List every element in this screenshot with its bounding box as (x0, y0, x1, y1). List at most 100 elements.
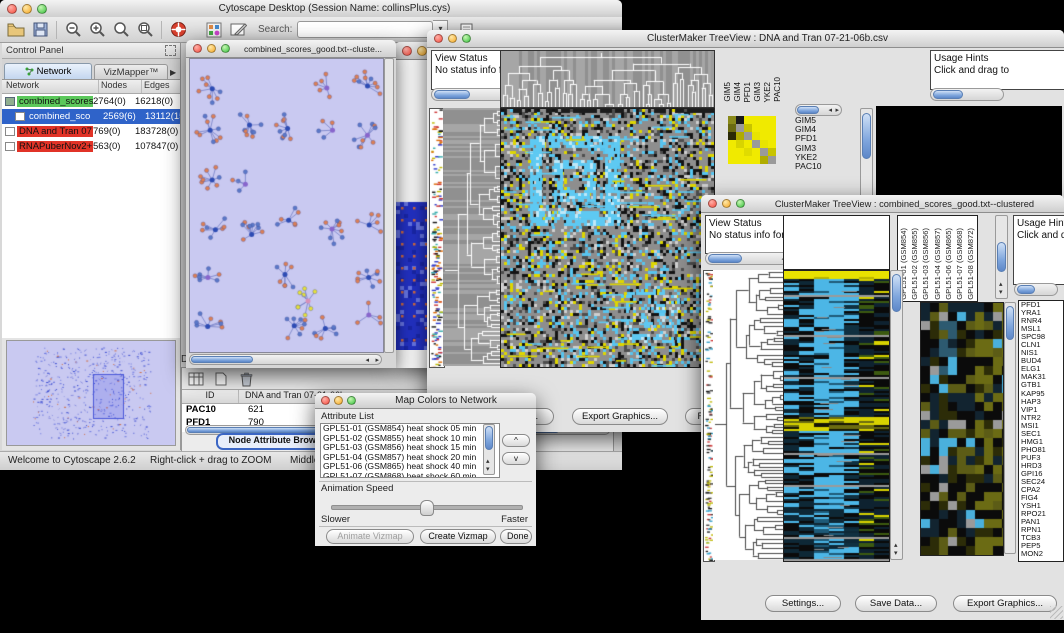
array-column-label[interactable]: GPL51-06 (GSM865) (945, 228, 953, 300)
minimize-icon[interactable] (448, 34, 457, 43)
tv2-usage-scrollbar[interactable] (1014, 283, 1058, 296)
help-lifering-icon[interactable] (166, 19, 190, 41)
search-input[interactable] (297, 21, 433, 38)
tv2-column-labels-scrollbar[interactable]: ▴ ▾ (995, 215, 1008, 299)
zoom-heatmap-cell[interactable] (736, 148, 744, 156)
zoom-column-label[interactable]: GIM5 (723, 82, 732, 102)
gene-label[interactable]: GIM3 (795, 144, 839, 153)
tv1-heatmap-canvas[interactable] (500, 108, 715, 368)
zoom-window-icon[interactable] (462, 34, 471, 43)
zoom-heatmap-cell[interactable] (752, 140, 760, 148)
zoom-heatmap-cell[interactable] (760, 132, 768, 140)
zoom-heatmap-cell[interactable] (744, 132, 752, 140)
tab-vizmapper[interactable]: VizMapper™ (94, 64, 168, 79)
zoom-heatmap-cell[interactable] (736, 156, 744, 164)
treeview1-titlebar[interactable]: ClusterMaker TreeView : DNA and Tran 07-… (427, 30, 1064, 48)
float-panel-icon[interactable] (165, 45, 176, 56)
annotation-icon[interactable] (226, 19, 250, 41)
birdseye-view[interactable] (6, 340, 176, 446)
gene-label[interactable]: HMG1 (1021, 438, 1063, 446)
zoom-heatmap-cell[interactable] (744, 116, 752, 124)
map-dialog-titlebar[interactable]: Map Colors to Network (315, 393, 536, 409)
close-icon[interactable] (402, 46, 412, 56)
minimize-icon[interactable] (334, 396, 343, 405)
scroll-up-icon[interactable]: ▴ (894, 542, 898, 549)
gene-label[interactable]: PAN1 (1021, 518, 1063, 526)
gene-label[interactable]: RPN1 (1021, 526, 1063, 534)
gene-label[interactable]: MAK31 (1021, 373, 1063, 381)
zoom-heatmap-cell[interactable] (736, 116, 744, 124)
attribute-list-item[interactable]: GPL51-07 (GSM868) heat shock 60 min (323, 472, 499, 479)
gene-label[interactable]: YSH1 (1021, 502, 1063, 510)
zoom-heatmap-cell[interactable] (744, 124, 752, 132)
zoom-window-icon[interactable] (736, 199, 745, 208)
close-icon[interactable] (7, 4, 17, 14)
zoom-heatmap-cell[interactable] (728, 124, 736, 132)
zoom-out-button[interactable] (61, 19, 85, 41)
network-hscrollbar[interactable]: ◂ ▸ (189, 354, 382, 365)
gene-label[interactable]: MSI1 (1021, 422, 1063, 430)
done-button[interactable]: Done (500, 529, 532, 544)
tab-overflow-arrow-icon[interactable]: ▶ (170, 68, 179, 79)
scroll-left-icon[interactable]: ◂ (828, 107, 832, 114)
gene-label[interactable]: PFD1 (1021, 301, 1063, 309)
tv1-column-dendrogram-canvas[interactable] (500, 50, 715, 108)
zoom-heatmap-cell[interactable] (752, 148, 760, 156)
zoom-in-button[interactable] (85, 19, 109, 41)
attribute-list-item[interactable]: GPL51-03 (GSM856) heat shock 15 min (323, 443, 499, 453)
slider-thumb[interactable] (420, 500, 434, 516)
tv1-zoom-hscrollbar[interactable]: ◂ ▸ (795, 104, 842, 116)
close-icon[interactable] (434, 34, 443, 43)
minimize-icon[interactable] (207, 44, 216, 53)
zoom-column-label[interactable]: YKE2 (763, 82, 772, 102)
zoom-heatmap-cell[interactable] (728, 156, 736, 164)
scroll-down-icon[interactable]: ▾ (486, 466, 490, 473)
network-tree-row[interactable]: combined_sco 2569(6) 13112(15) (2, 109, 180, 124)
main-titlebar[interactable]: Cytoscape Desktop (Session Name: collins… (0, 0, 622, 18)
zoom-heatmap-cell[interactable] (760, 156, 768, 164)
scroll-down-icon[interactable]: ▾ (894, 550, 898, 557)
zoom-heatmap-cell[interactable] (752, 132, 760, 140)
minimize-icon[interactable] (722, 199, 731, 208)
zoom-heatmap-cell[interactable] (744, 148, 752, 156)
zoom-column-label[interactable]: GIM4 (733, 82, 742, 102)
gene-label[interactable]: MSL1 (1021, 325, 1063, 333)
attribute-list-item[interactable]: GPL51-06 (GSM865) heat shock 40 min (323, 462, 499, 472)
open-session-button[interactable] (4, 19, 28, 41)
gene-label[interactable]: MON2 (1021, 550, 1063, 558)
network-tree-row[interactable]: DNA and Tran 07 769(0) 183728(0) (2, 124, 180, 139)
zoom-heatmap-cell[interactable] (760, 116, 768, 124)
tv2-vscrollbar[interactable]: ▴ ▾ (890, 270, 903, 560)
zoom-heatmap-cell[interactable] (768, 132, 776, 140)
zoom-column-label[interactable]: PFD1 (743, 82, 752, 102)
gene-label[interactable]: RPO21 (1021, 510, 1063, 518)
close-icon[interactable] (321, 396, 330, 405)
create-vizmap-button[interactable]: Create Vizmap (420, 529, 496, 544)
export-graphics-button[interactable]: Export Graphics... (572, 408, 668, 425)
treeview2-titlebar[interactable]: ClusterMaker TreeView : combined_scores_… (701, 195, 1064, 213)
tv1-usage-scrollbar[interactable] (930, 88, 1004, 101)
tv2-heatmap-canvas[interactable] (783, 270, 890, 562)
gene-label[interactable]: PUF3 (1021, 454, 1063, 462)
gene-label[interactable]: PAC10 (795, 162, 839, 171)
array-column-label[interactable]: GPL51-07 (GSM868) (956, 228, 964, 300)
gene-label[interactable]: CPA2 (1021, 486, 1063, 494)
minimize-icon[interactable] (22, 4, 32, 14)
gene-label[interactable]: FIG4 (1021, 494, 1063, 502)
zoom-selected-button[interactable] (133, 19, 157, 41)
minimize-icon[interactable] (417, 46, 427, 56)
zoom-heatmap-cell[interactable] (736, 140, 744, 148)
scroll-right-icon[interactable]: ▸ (375, 357, 379, 364)
gene-label[interactable]: CLN1 (1021, 341, 1063, 349)
gene-label[interactable]: NTR2 (1021, 414, 1063, 422)
zoom-heatmap-cell[interactable] (752, 156, 760, 164)
data-col-id[interactable]: ID (182, 390, 239, 403)
network-tree-row[interactable]: combined_scores 2764(0) 16218(0) (2, 94, 180, 109)
export-graphics-button[interactable]: Export Graphics... (953, 595, 1057, 612)
zoom-window-icon[interactable] (347, 396, 356, 405)
tv2-zoom-vscrollbar[interactable] (1004, 302, 1016, 554)
scroll-right-icon[interactable]: ▸ (835, 107, 839, 114)
gene-label[interactable]: NIS1 (1021, 349, 1063, 357)
attribute-list-scrollbar[interactable]: ▴ ▾ (483, 424, 495, 475)
network-tree-row[interactable]: RNAPuberNov2+ 563(0) 107847(0) (2, 139, 180, 154)
